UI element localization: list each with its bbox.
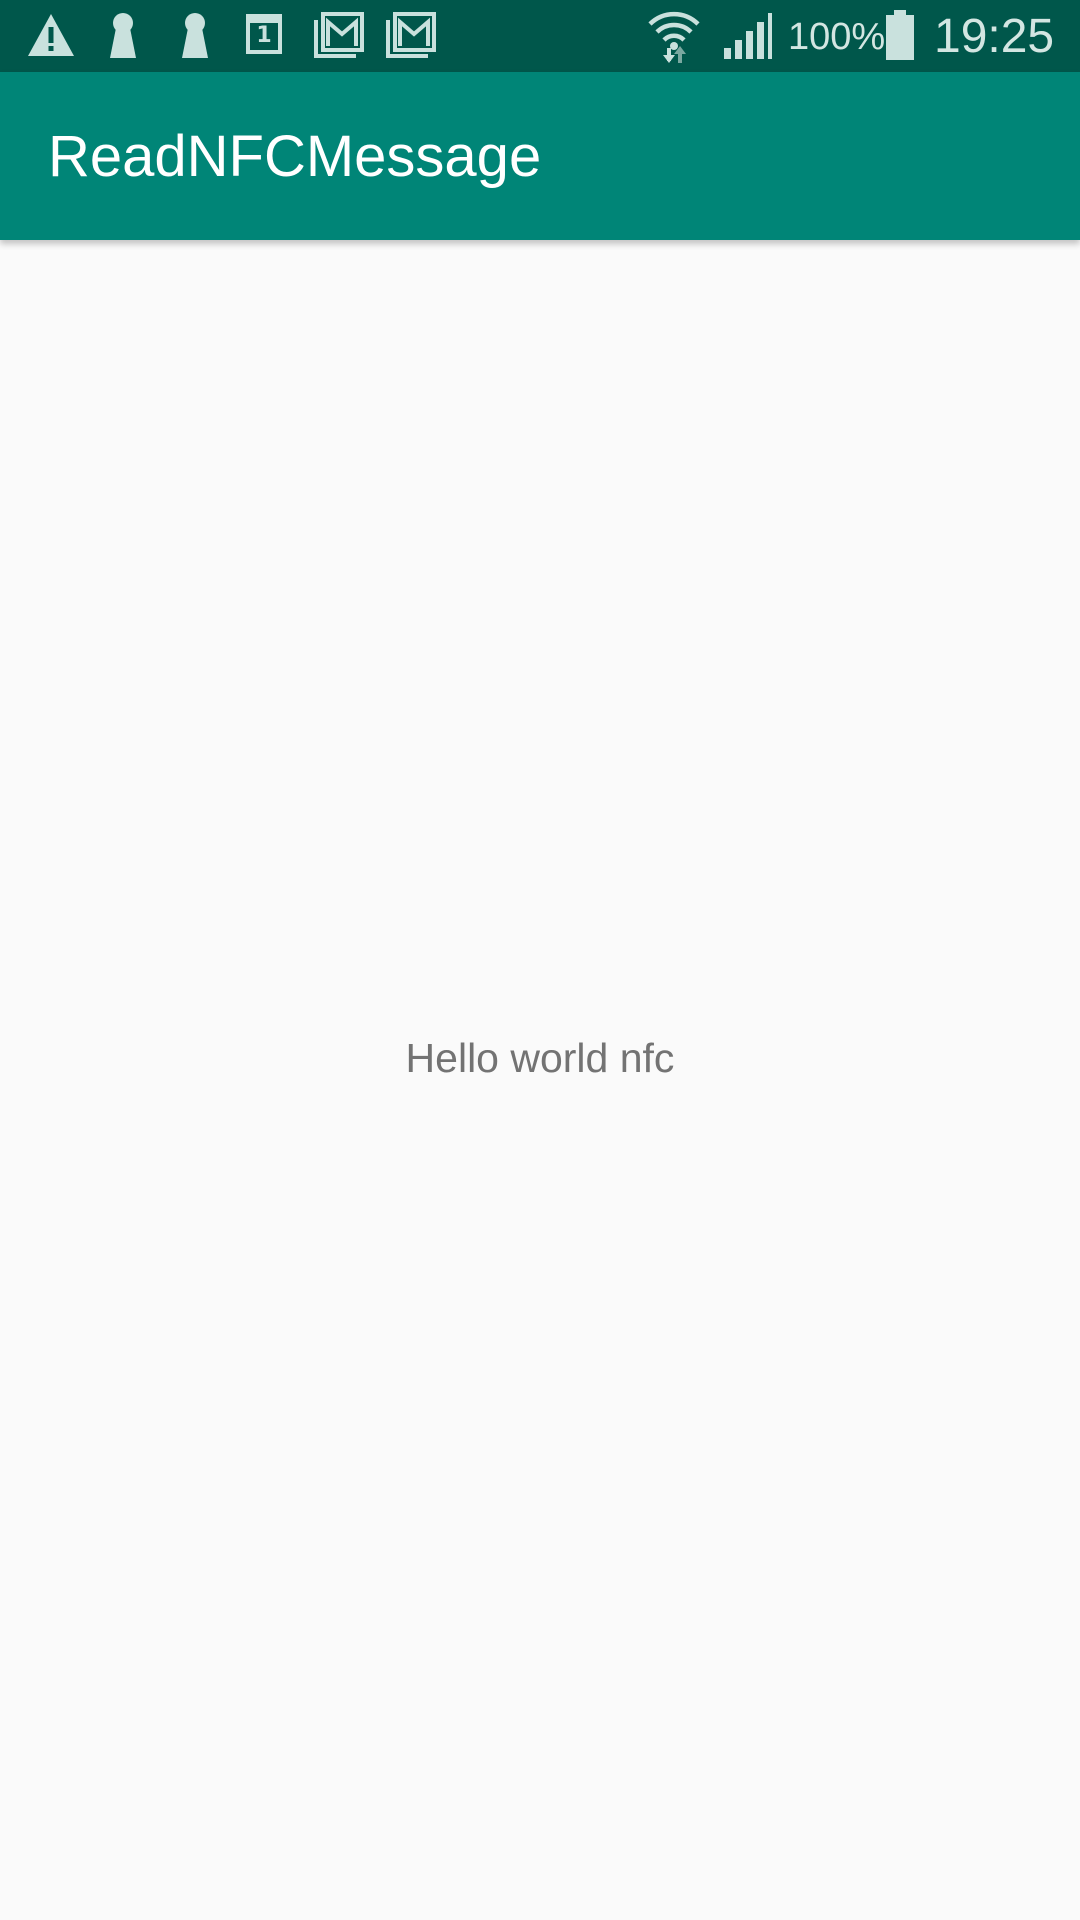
gmail-icon	[386, 12, 436, 58]
main-content: Hello world nfc	[0, 240, 1080, 1920]
battery-percent: 100%	[788, 16, 886, 58]
keyhole-icon	[182, 13, 208, 58]
warning-icon	[28, 14, 74, 56]
gmail-icon	[314, 12, 364, 58]
battery-icon	[886, 10, 914, 60]
keyhole-icon	[110, 13, 136, 58]
calendar-icon: 1	[246, 14, 282, 54]
app-title: ReadNFCMessage	[48, 124, 542, 189]
hello-text: Hello world nfc	[405, 1035, 675, 1081]
status-bar: 1 100% 19:25	[0, 0, 1080, 72]
status-time: 19:25	[934, 10, 1055, 63]
wifi-icon	[648, 11, 700, 63]
app-bar: ReadNFCMessage	[0, 72, 1080, 240]
calendar-day: 1	[256, 23, 272, 48]
signal-icon	[724, 13, 772, 59]
